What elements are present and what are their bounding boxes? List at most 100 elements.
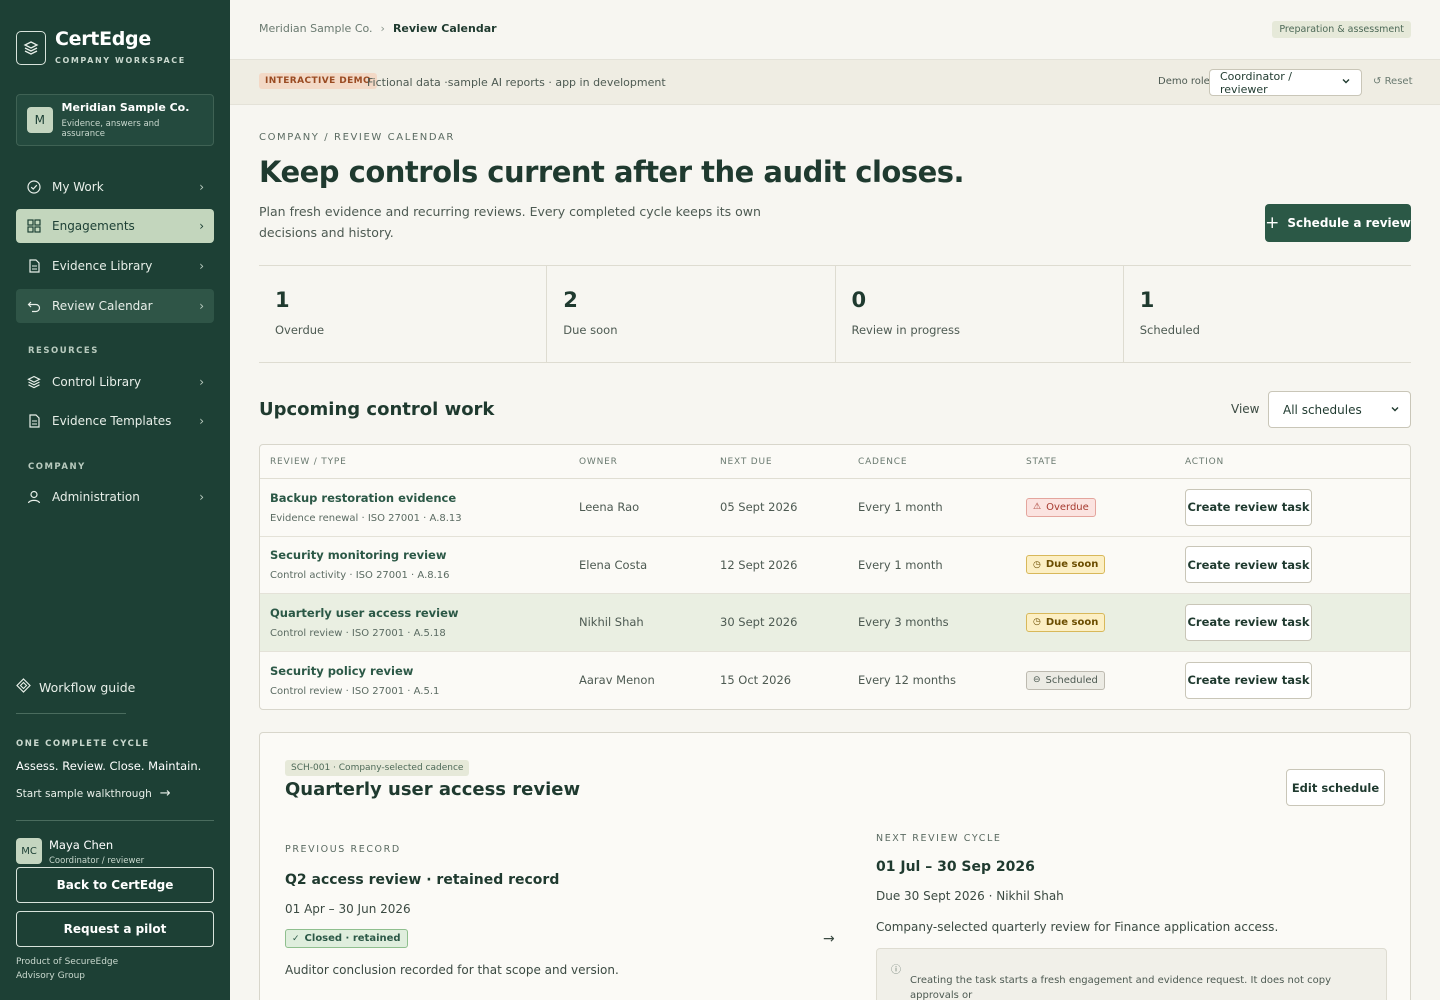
avatar: MC [16,838,42,864]
previous-record-caption: PREVIOUS RECORD [285,844,401,855]
user-role: Coordinator / reviewer [49,856,145,866]
nav-section-company: COMPANY [28,462,86,472]
cycle-text: Assess. Review. Close. Maintain. [16,759,202,773]
nav-item-label: Review Calendar [52,299,153,313]
nav-item-evidence-library[interactable]: Evidence Library › [16,249,214,283]
walkthrough-link[interactable]: Start sample walkthrough → [16,786,171,801]
column-header: NEXT DUE [720,456,773,467]
nav-item-label: Engagements [52,219,135,233]
column-header: STATE [1026,456,1058,467]
status-text: Due soon [1045,559,1099,571]
stat-value: 1 [275,288,290,312]
demo-tag: INTERACTIVE DEMO [259,73,378,89]
due-cell: 30 Sept 2026 [720,615,798,630]
table-row-selected[interactable]: Quarterly user access review Control revi… [260,594,1410,652]
nav-item-engagements[interactable]: Engagements › [16,209,214,243]
stat-overdue[interactable]: 1 Overdue [259,266,548,362]
request-pilot-button[interactable]: Request a pilot [16,911,214,947]
grid-icon [26,218,42,234]
next-cycle-description: Company-selected quarterly review for Fi… [876,920,1279,934]
layers-icon [26,374,42,390]
create-review-task-button[interactable]: Create review task [1185,661,1312,699]
edit-schedule-button[interactable]: Edit schedule [1286,769,1385,806]
table-row[interactable]: Backup restoration evidence Evidence rene… [260,479,1410,537]
company-avatar: M [27,107,53,133]
user-profile[interactable]: MC Maya Chen Coordinator / reviewer [16,838,144,866]
cadence-cell: Every 3 months [858,615,949,630]
info-callout: ⓘ Creating the task starts a fresh engag… [876,948,1387,1000]
nav-item-my-work[interactable]: My Work › [16,170,214,204]
schedule-detail-panel: SCH-001 · Company-selected cadence Quart… [259,732,1411,1000]
stat-value: 1 [1139,288,1155,312]
status-text: Closed · retained [304,933,401,944]
previous-record-note: Auditor conclusion recorded for that sco… [285,963,619,977]
nav-item-label: My Work [52,180,104,194]
owner-cell: Nikhil Shah [579,615,644,630]
schedule-tag: SCH-001 · Company-selected cadence [285,760,470,776]
nav-item-label: Control Library [52,375,142,389]
demo-role-select[interactable]: Coordinator / reviewer [1209,69,1362,96]
reset-button[interactable]: ↺ Reset [1373,76,1413,87]
plus-icon: + [1265,213,1280,233]
next-cycle-caption: NEXT REVIEW CYCLE [876,833,1002,844]
table-header: REVIEW / TYPE OWNER NEXT DUE CADENCE STA… [260,445,1410,479]
info-text: Creating the task starts a fresh engagem… [910,975,1331,1000]
stat-scheduled[interactable]: 1 Scheduled [1124,266,1411,362]
brand-name: CertEdge [55,28,151,50]
divider [16,820,214,821]
breadcrumb-company[interactable]: Meridian Sample Co. [259,22,373,35]
page-eyebrow: COMPANY / REVIEW CALENDAR [259,132,455,143]
schedule-review-button[interactable]: + Schedule a review [1265,204,1411,242]
nav-item-evidence-templates[interactable]: Evidence Templates › [16,404,214,438]
next-cycle-due: Due 30 Sept 2026 · Nikhil Shah [876,889,1064,903]
status-text: Due soon [1045,616,1099,628]
nav-item-review-calendar[interactable]: Review Calendar › [16,289,214,323]
table-row[interactable]: Security monitoring review Control activi… [260,537,1410,594]
view-label: View [1231,402,1260,416]
user-icon [26,489,42,505]
topbar: Meridian Sample Co. › Review Calendar Pr… [230,0,1440,60]
cadence-cell: Every 12 months [858,673,956,688]
layers-logo-icon [16,31,46,65]
stat-value: 2 [563,288,578,312]
brand[interactable]: CertEdge COMPANY WORKSPACE [16,28,186,65]
review-title[interactable]: Security monitoring review [270,548,579,562]
next-cycle-dates: 01 Jul – 30 Sep 2026 [876,859,1035,875]
stat-value: 0 [851,288,867,312]
previous-record-dates: 01 Apr – 30 Jun 2026 [285,902,411,916]
back-to-certedge-button[interactable]: Back to CertEdge [16,867,214,903]
chevron-right-icon: › [380,22,385,35]
schedule-review-label: Schedule a review [1287,216,1411,230]
company-name: Meridian Sample Co. [61,101,190,114]
workflow-guide-label: Workflow guide [39,679,136,695]
chevron-right-icon: › [199,299,204,313]
nav-item-administration[interactable]: Administration › [16,480,214,514]
stat-due-soon[interactable]: 2 Due soon [547,266,836,362]
view-select[interactable]: All schedules [1268,391,1411,428]
column-header: OWNER [579,456,618,467]
stat-label: Overdue [275,323,325,337]
minus-circle-icon: ⊖ [1033,675,1041,686]
nav-section-resources: RESOURCES [28,346,99,356]
create-review-task-button[interactable]: Create review task [1185,546,1312,584]
workflow-guide-link[interactable]: Workflow guide [16,678,135,696]
review-type: Control activity · ISO 27001 · A.8.16 [270,570,450,582]
review-title[interactable]: Backup restoration evidence [270,491,579,505]
review-title[interactable]: Quarterly user access review [270,606,579,620]
demo-role-value: Coordinator / reviewer [1220,69,1292,96]
nav-item-control-library[interactable]: Control Library › [16,365,214,399]
company-switcher[interactable]: M Meridian Sample Co. Evidence, answers … [16,94,214,146]
page-title: Keep controls current after the audit cl… [259,155,965,189]
owner-cell: Leena Rao [579,500,640,515]
review-title[interactable]: Security policy review [270,664,579,678]
review-type: Evidence renewal · ISO 27001 · A.8.13 [270,512,462,524]
due-cell: 12 Sept 2026 [720,557,798,572]
status-badge: ◷ Due soon [1026,612,1106,632]
create-review-task-button[interactable]: Create review task [1185,603,1312,641]
chevron-down-icon [1390,403,1400,417]
stat-label: Due soon [563,323,618,337]
create-review-task-button[interactable]: Create review task [1185,488,1312,526]
stat-in-progress[interactable]: 0 Review in progress [836,266,1124,362]
nav-item-label: Administration [52,490,140,504]
table-row[interactable]: Security policy review Control review · I… [260,652,1410,710]
